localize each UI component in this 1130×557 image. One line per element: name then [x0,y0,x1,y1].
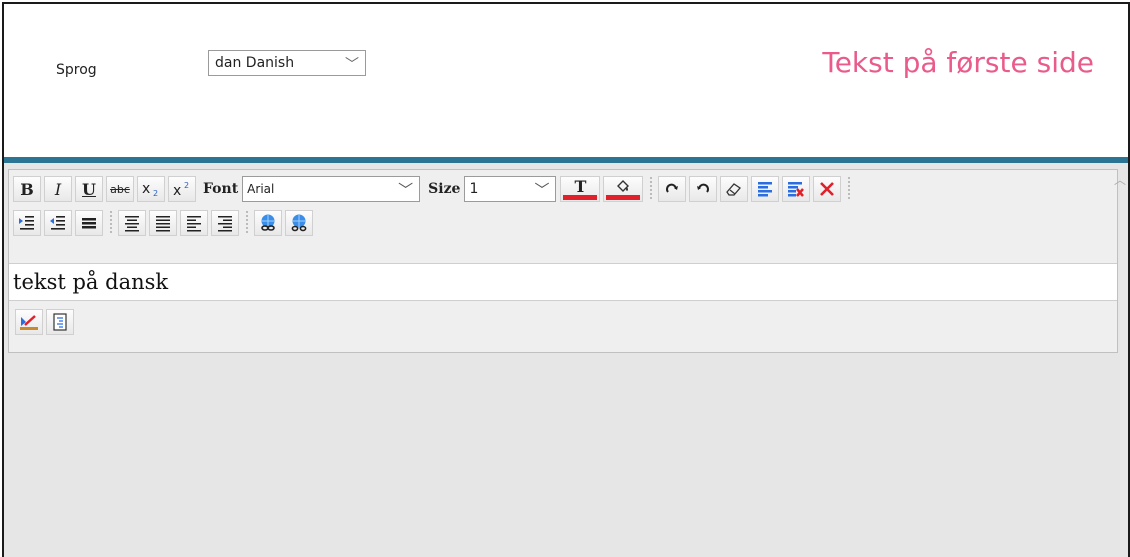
undo-button[interactable] [689,176,718,202]
remove-format-icon [788,182,805,197]
window-frame: Sprog dan Danish ﹀ Tekst på første side … [2,2,1130,557]
italic-button[interactable]: I [44,176,72,202]
unlink-globe-icon [291,214,307,232]
editor-content[interactable]: tekst på dansk [9,263,1117,301]
indent-icon [19,216,34,230]
remove-link-button[interactable] [285,210,313,236]
paragraph-lines-icon [758,182,773,197]
remove-format-button[interactable] [782,176,811,202]
toolbar-separator [848,177,851,201]
outdent-button[interactable] [44,210,72,236]
design-pen-icon [20,315,38,330]
bold-button[interactable]: B [13,176,41,202]
page-title: Tekst på første side [822,46,1094,79]
indent-button[interactable] [13,210,41,236]
align-left-icon [187,216,201,232]
subscript-button[interactable]: x2 [137,176,165,202]
chevron-down-icon: ﹀ [345,57,359,73]
toolbar-separator [246,211,248,235]
language-select[interactable]: dan Danish ﹀ [208,50,366,76]
svg-text:2: 2 [184,181,189,190]
header-panel: Sprog dan Danish ﹀ Tekst på første side [4,4,1128,157]
close-icon [820,182,835,196]
align-block-button[interactable] [751,176,780,202]
text-color-button[interactable]: T [560,176,601,202]
toolbar-row-1: B I U abc x2 x2 Font Arial ﹀ Size 1 ﹀ T [13,174,856,204]
scroll-up-icon[interactable]: ︿ [1114,171,1126,188]
document-code-icon [53,313,67,331]
horizontal-rule-icon [82,218,96,229]
align-center-button[interactable] [118,210,146,236]
editor-bottom-toolbar [15,309,77,335]
text-color-swatch [563,195,598,200]
link-globe-icon [261,214,275,231]
underline-button[interactable]: U [75,176,103,202]
svg-text:x: x [142,181,150,197]
text-color-icon: T [574,176,587,196]
language-label: Sprog [56,62,97,78]
font-select-value: Arial [247,182,275,196]
align-right-icon [218,216,232,232]
rich-text-editor: B I U abc x2 x2 Font Arial ﹀ Size 1 ﹀ T [8,169,1118,353]
strikethrough-button[interactable]: abc [106,176,134,202]
align-center-icon [125,216,139,232]
font-select[interactable]: Arial ﹀ [242,176,421,202]
align-justify-icon [156,216,170,232]
subscript-icon: x2 [142,181,158,198]
bold-label: B [20,179,34,199]
align-justify-button[interactable] [149,210,177,236]
align-right-button[interactable] [211,210,239,236]
size-select[interactable]: 1 ﹀ [464,176,557,202]
eraser-icon [726,183,742,196]
horizontal-rule-button[interactable] [75,210,103,236]
size-select-value: 1 [469,181,479,197]
strikethrough-label: abc [110,182,130,196]
background-color-swatch [606,195,641,200]
outdent-icon [50,216,65,230]
undo-icon [697,183,710,193]
design-mode-button[interactable] [15,309,43,335]
align-left-button[interactable] [180,210,208,236]
insert-link-button[interactable] [254,210,282,236]
toolbar-separator [110,211,112,235]
redo-button[interactable] [658,176,687,202]
svg-text:2: 2 [153,189,158,198]
underline-label: U [82,179,96,199]
delete-button[interactable] [813,176,842,202]
superscript-icon: x2 [173,181,189,198]
paint-bucket-icon [617,180,630,192]
background-color-button[interactable] [603,176,644,202]
toolbar-separator [650,177,653,201]
chevron-down-icon: ﹀ [534,181,550,199]
italic-label: I [54,179,62,199]
eraser-button[interactable] [720,176,749,202]
superscript-button[interactable]: x2 [168,176,196,202]
size-label: Size [428,181,461,197]
svg-text:x: x [173,183,181,198]
language-select-value: dan Danish [215,55,295,71]
redo-icon [666,183,679,193]
font-label: Font [203,181,239,197]
chevron-down-icon: ﹀ [398,181,414,199]
toolbar-row-2 [13,208,316,238]
html-mode-button[interactable] [46,309,74,335]
